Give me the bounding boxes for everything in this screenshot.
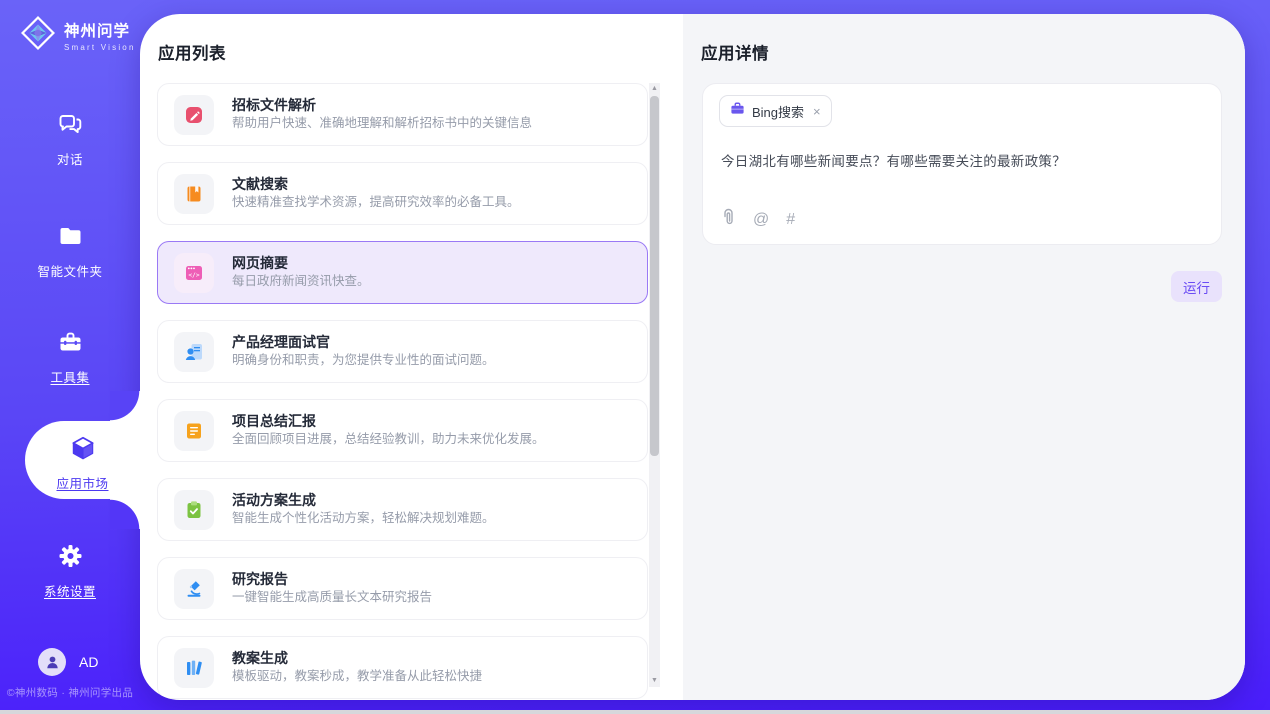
scrollbar-down-icon[interactable]: ▼ xyxy=(649,676,660,686)
main-content: 应用列表 招标文件解析 帮助用户快速、准确地理解和解析招标书中的关键信息 xyxy=(140,14,1245,700)
app-card-desc: 快速精准查找学术资源，提高研究效率的必备工具。 xyxy=(232,196,520,210)
sidebar-item-toolset[interactable]: 工具集 xyxy=(0,329,140,386)
app-card-lesson-plan[interactable]: 教案生成 模板驱动，教案秒成，教学准备从此轻松快捷 xyxy=(157,636,648,699)
app-card-desc: 一键智能生成高质量长文本研究报告 xyxy=(232,591,432,605)
sidebar-item-label: 对话 xyxy=(57,149,83,168)
app-card-desc: 全面回顾项目进展，总结经验教训，助力未来优化发展。 xyxy=(232,433,545,447)
folder-icon xyxy=(57,223,84,254)
sidebar-item-label: 应用市场 xyxy=(56,473,108,492)
briefcase-icon xyxy=(730,101,745,121)
app-card-title: 文献搜索 xyxy=(232,177,520,192)
app-card-list: 招标文件解析 帮助用户快速、准确地理解和解析招标书中的关键信息 文献搜索 快速精… xyxy=(157,83,648,700)
composer-card[interactable]: Bing搜索 × 今日湖北有哪些新闻要点？有哪些需要关注的最新政策？ @ # xyxy=(702,83,1222,245)
app-card-project-summary[interactable]: 项目总结汇报 全面回顾项目进展，总结经验教训，助力未来优化发展。 xyxy=(157,399,648,462)
report-note-icon xyxy=(174,411,214,451)
app-card-pm-interviewer[interactable]: 产品经理面试官 明确身份和职责，为您提供专业性的面试问题。 xyxy=(157,320,648,383)
brand-subtitle: Smart Vision xyxy=(64,43,136,52)
app-card-desc: 明确身份和职责，为您提供专业性的面试问题。 xyxy=(232,354,495,368)
app-card-desc: 帮助用户快速、准确地理解和解析招标书中的关键信息 xyxy=(232,117,532,131)
sidebar-item-label: 工具集 xyxy=(50,367,89,386)
app-card-research-report[interactable]: 研究报告 一键智能生成高质量长文本研究报告 xyxy=(157,557,648,620)
app-card-title: 研究报告 xyxy=(232,572,432,587)
app-card-web-summary[interactable]: </> 网页摘要 每日政府新闻资讯快查。 xyxy=(157,241,648,304)
at-mention-icon[interactable]: @ xyxy=(753,212,769,228)
bottom-strip xyxy=(0,710,1270,714)
gear-icon xyxy=(57,543,84,574)
clipboard-check-icon xyxy=(174,490,214,530)
app-card-desc: 每日政府新闻资讯快查。 xyxy=(232,275,370,289)
query-text[interactable]: 今日湖北有哪些新闻要点？有哪些需要关注的最新政策？ xyxy=(721,150,1066,170)
composer-toolbar: @ # xyxy=(721,208,795,231)
app-card-desc: 智能生成个性化活动方案，轻松解决规划难题。 xyxy=(232,512,495,526)
sidebar-item-chat[interactable]: 对话 xyxy=(0,111,140,168)
tool-chip-bing-search[interactable]: Bing搜索 × xyxy=(719,95,832,127)
app-card-title: 教案生成 xyxy=(232,651,482,666)
user-account[interactable]: AD xyxy=(38,648,98,676)
sidebar-item-label: 智能文件夹 xyxy=(37,261,102,280)
cube-icon xyxy=(69,434,97,467)
sidebar-item-label: 系统设置 xyxy=(44,581,96,600)
app-window: 应用列表 招标文件解析 帮助用户快速、准确地理解和解析招标书中的关键信息 xyxy=(0,0,1270,714)
pen-square-icon xyxy=(174,95,214,135)
tool-chip-label: Bing搜索 xyxy=(752,102,804,121)
sidebar-item-settings[interactable]: 系统设置 xyxy=(0,543,140,600)
books-icon xyxy=(174,648,214,688)
app-list-title: 应用列表 xyxy=(158,40,226,64)
diamond-logo-icon xyxy=(19,14,57,57)
sidebar: 神州问学 Smart Vision 对话 智能文件夹 工具集 xyxy=(0,0,140,710)
hash-tag-icon[interactable]: # xyxy=(786,212,795,228)
chip-close-icon[interactable]: × xyxy=(813,104,821,119)
svg-text:</>: </> xyxy=(188,271,199,278)
copyright-text: ©神州数码 · 神州问学出品 xyxy=(0,685,140,700)
avatar[interactable] xyxy=(38,648,66,676)
paperclip-icon[interactable] xyxy=(721,208,736,231)
app-detail-pane: 应用详情 Bing搜索 × 今日湖北有哪些新闻要点？有哪些需要关注的最新政策？ … xyxy=(683,14,1245,700)
app-card-title: 项目总结汇报 xyxy=(232,414,545,429)
brand-logo: 神州问学 Smart Vision xyxy=(19,14,136,57)
scrollbar-thumb[interactable] xyxy=(650,96,659,456)
sidebar-item-app-market[interactable]: 应用市场 xyxy=(25,421,140,499)
browser-code-icon: </> xyxy=(174,253,214,293)
app-detail-title: 应用详情 xyxy=(701,40,769,64)
app-card-desc: 模板驱动，教案秒成，教学准备从此轻松快捷 xyxy=(232,670,482,684)
app-card-title: 活动方案生成 xyxy=(232,493,495,508)
run-button[interactable]: 运行 xyxy=(1171,271,1222,302)
app-card-title: 产品经理面试官 xyxy=(232,335,495,350)
app-card-literature-search[interactable]: 文献搜索 快速精准查找学术资源，提高研究效率的必备工具。 xyxy=(157,162,648,225)
app-card-event-plan[interactable]: 活动方案生成 智能生成个性化活动方案，轻松解决规划难题。 xyxy=(157,478,648,541)
user-name: AD xyxy=(79,654,98,670)
book-icon xyxy=(174,174,214,214)
scrollbar-up-icon[interactable]: ▲ xyxy=(649,84,660,94)
app-card-title: 网页摘要 xyxy=(232,256,370,271)
app-card-title: 招标文件解析 xyxy=(232,98,532,113)
app-list-scrollbar[interactable]: ▲ ▼ xyxy=(649,83,660,687)
app-card-bid-parse[interactable]: 招标文件解析 帮助用户快速、准确地理解和解析招标书中的关键信息 xyxy=(157,83,648,146)
toolbox-icon xyxy=(57,329,84,360)
chat-icon xyxy=(57,111,84,142)
research-icon xyxy=(174,569,214,609)
interviewer-icon xyxy=(174,332,214,372)
sidebar-item-smart-folder[interactable]: 智能文件夹 xyxy=(0,223,140,280)
brand-name: 神州问学 xyxy=(64,19,136,41)
